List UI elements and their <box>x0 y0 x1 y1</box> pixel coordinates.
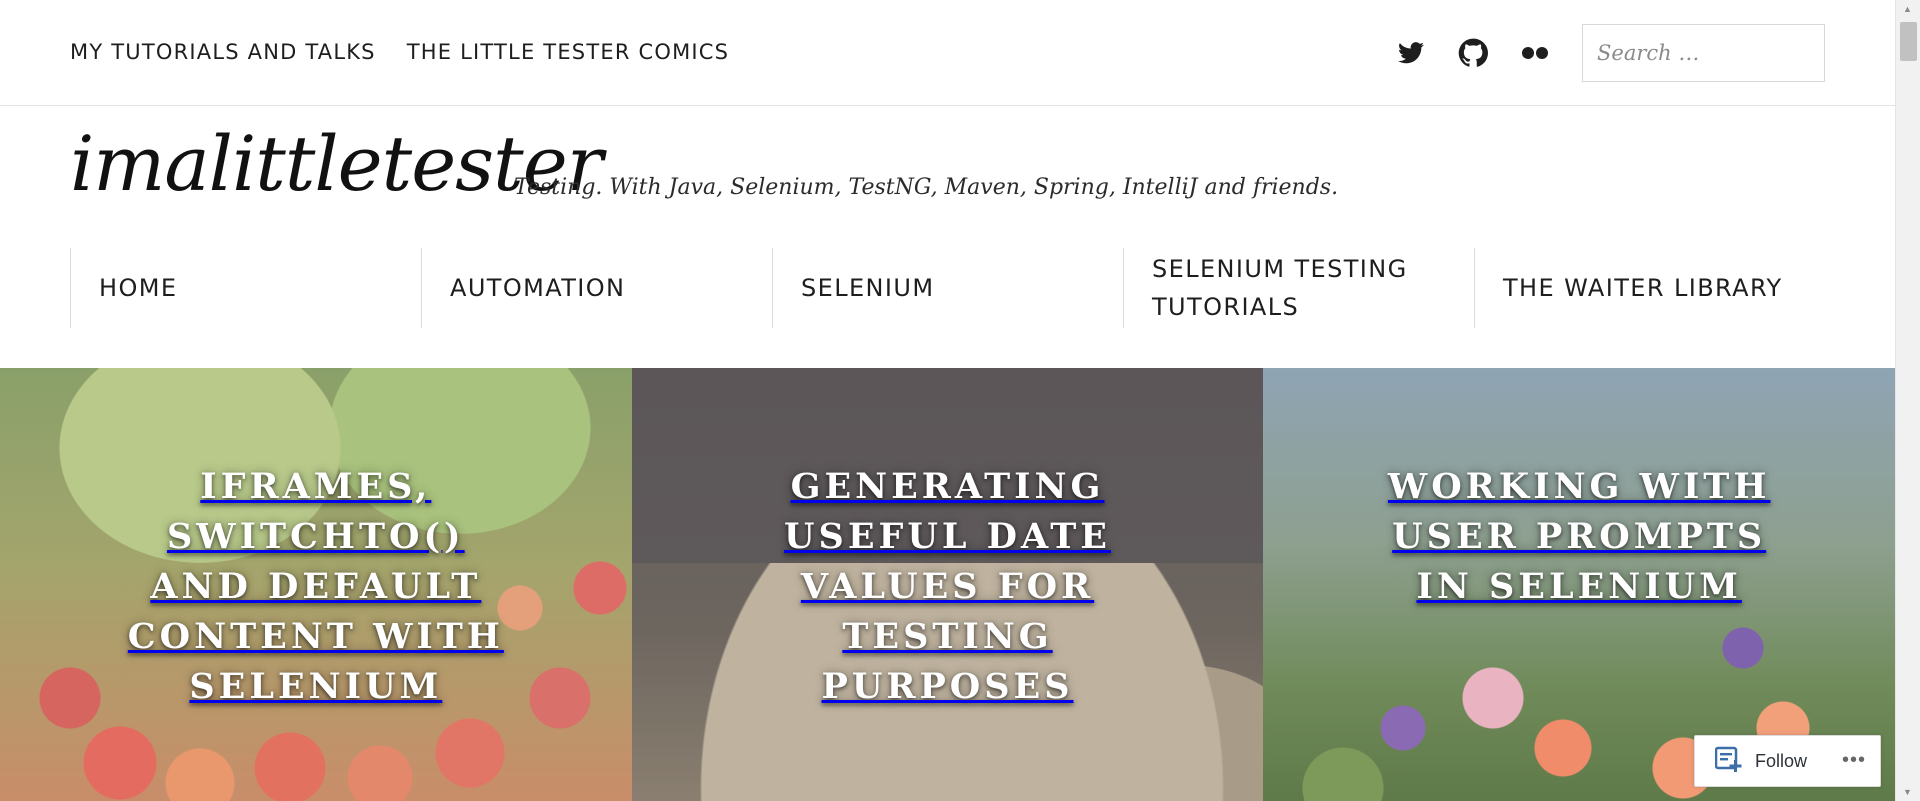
top-menu-item-tutorials[interactable]: MY TUTORIALS AND TALKS <box>70 40 376 64</box>
featured-post-title: GENERATING USEFUL DATE VALUES FOR TESTIN… <box>784 466 1111 707</box>
nav-item-home[interactable]: HOME <box>70 248 421 328</box>
top-menu-item-comics[interactable]: THE LITTLE TESTER COMICS <box>407 40 729 64</box>
nav-item-label: SELENIUM TESTING TUTORIALS <box>1152 254 1408 321</box>
primary-nav: HOME AUTOMATION SELENIUM SELENIUM TESTIN… <box>70 248 1825 328</box>
scroll-down-arrow-icon[interactable]: ▼ <box>1903 787 1912 797</box>
search-box <box>1582 24 1825 82</box>
featured-post-iframes[interactable]: IFRAMES, SWITCHTO() AND DEFAULT CONTENT … <box>0 368 632 801</box>
nav-item-selenium[interactable]: SELENIUM <box>772 248 1123 328</box>
nav-item-label: AUTOMATION <box>450 273 626 302</box>
nav-item-label: HOME <box>99 273 178 302</box>
featured-post-dates[interactable]: GENERATING USEFUL DATE VALUES FOR TESTIN… <box>631 368 1264 801</box>
nav-item-label: THE WAITER LIBRARY <box>1503 273 1783 302</box>
nav-item-selenium-testing-tutorials[interactable]: SELENIUM TESTING TUTORIALS <box>1123 248 1474 328</box>
site-description: Testing. With Java, Selenium, TestNG, Ma… <box>514 175 1339 200</box>
flickr-icon[interactable] <box>1520 38 1550 68</box>
search-input[interactable] <box>1583 25 1824 81</box>
nav-item-label: SELENIUM <box>801 273 935 302</box>
featured-posts: IFRAMES, SWITCHTO() AND DEFAULT CONTENT … <box>0 368 1896 801</box>
social-links <box>1396 38 1550 68</box>
twitter-icon[interactable] <box>1396 38 1426 68</box>
reader-icon[interactable] <box>1714 745 1745 778</box>
nav-item-waiter-library[interactable]: THE WAITER LIBRARY <box>1474 248 1825 328</box>
github-icon[interactable] <box>1458 38 1488 68</box>
featured-post-title: IFRAMES, SWITCHTO() AND DEFAULT CONTENT … <box>127 466 504 707</box>
more-options-icon[interactable]: ••• <box>1842 749 1866 772</box>
scrollbar[interactable]: ▲ ▼ <box>1895 0 1920 801</box>
top-menu: MY TUTORIALS AND TALKS THE LITTLE TESTER… <box>70 40 729 64</box>
top-bar: MY TUTORIALS AND TALKS THE LITTLE TESTER… <box>0 0 1895 106</box>
nav-item-automation[interactable]: AUTOMATION <box>421 248 772 328</box>
scroll-up-arrow-icon[interactable]: ▲ <box>1903 4 1912 14</box>
follow-button[interactable]: Follow <box>1755 751 1807 772</box>
follow-widget: Follow ••• <box>1694 735 1881 787</box>
scrollbar-thumb[interactable] <box>1900 22 1917 61</box>
